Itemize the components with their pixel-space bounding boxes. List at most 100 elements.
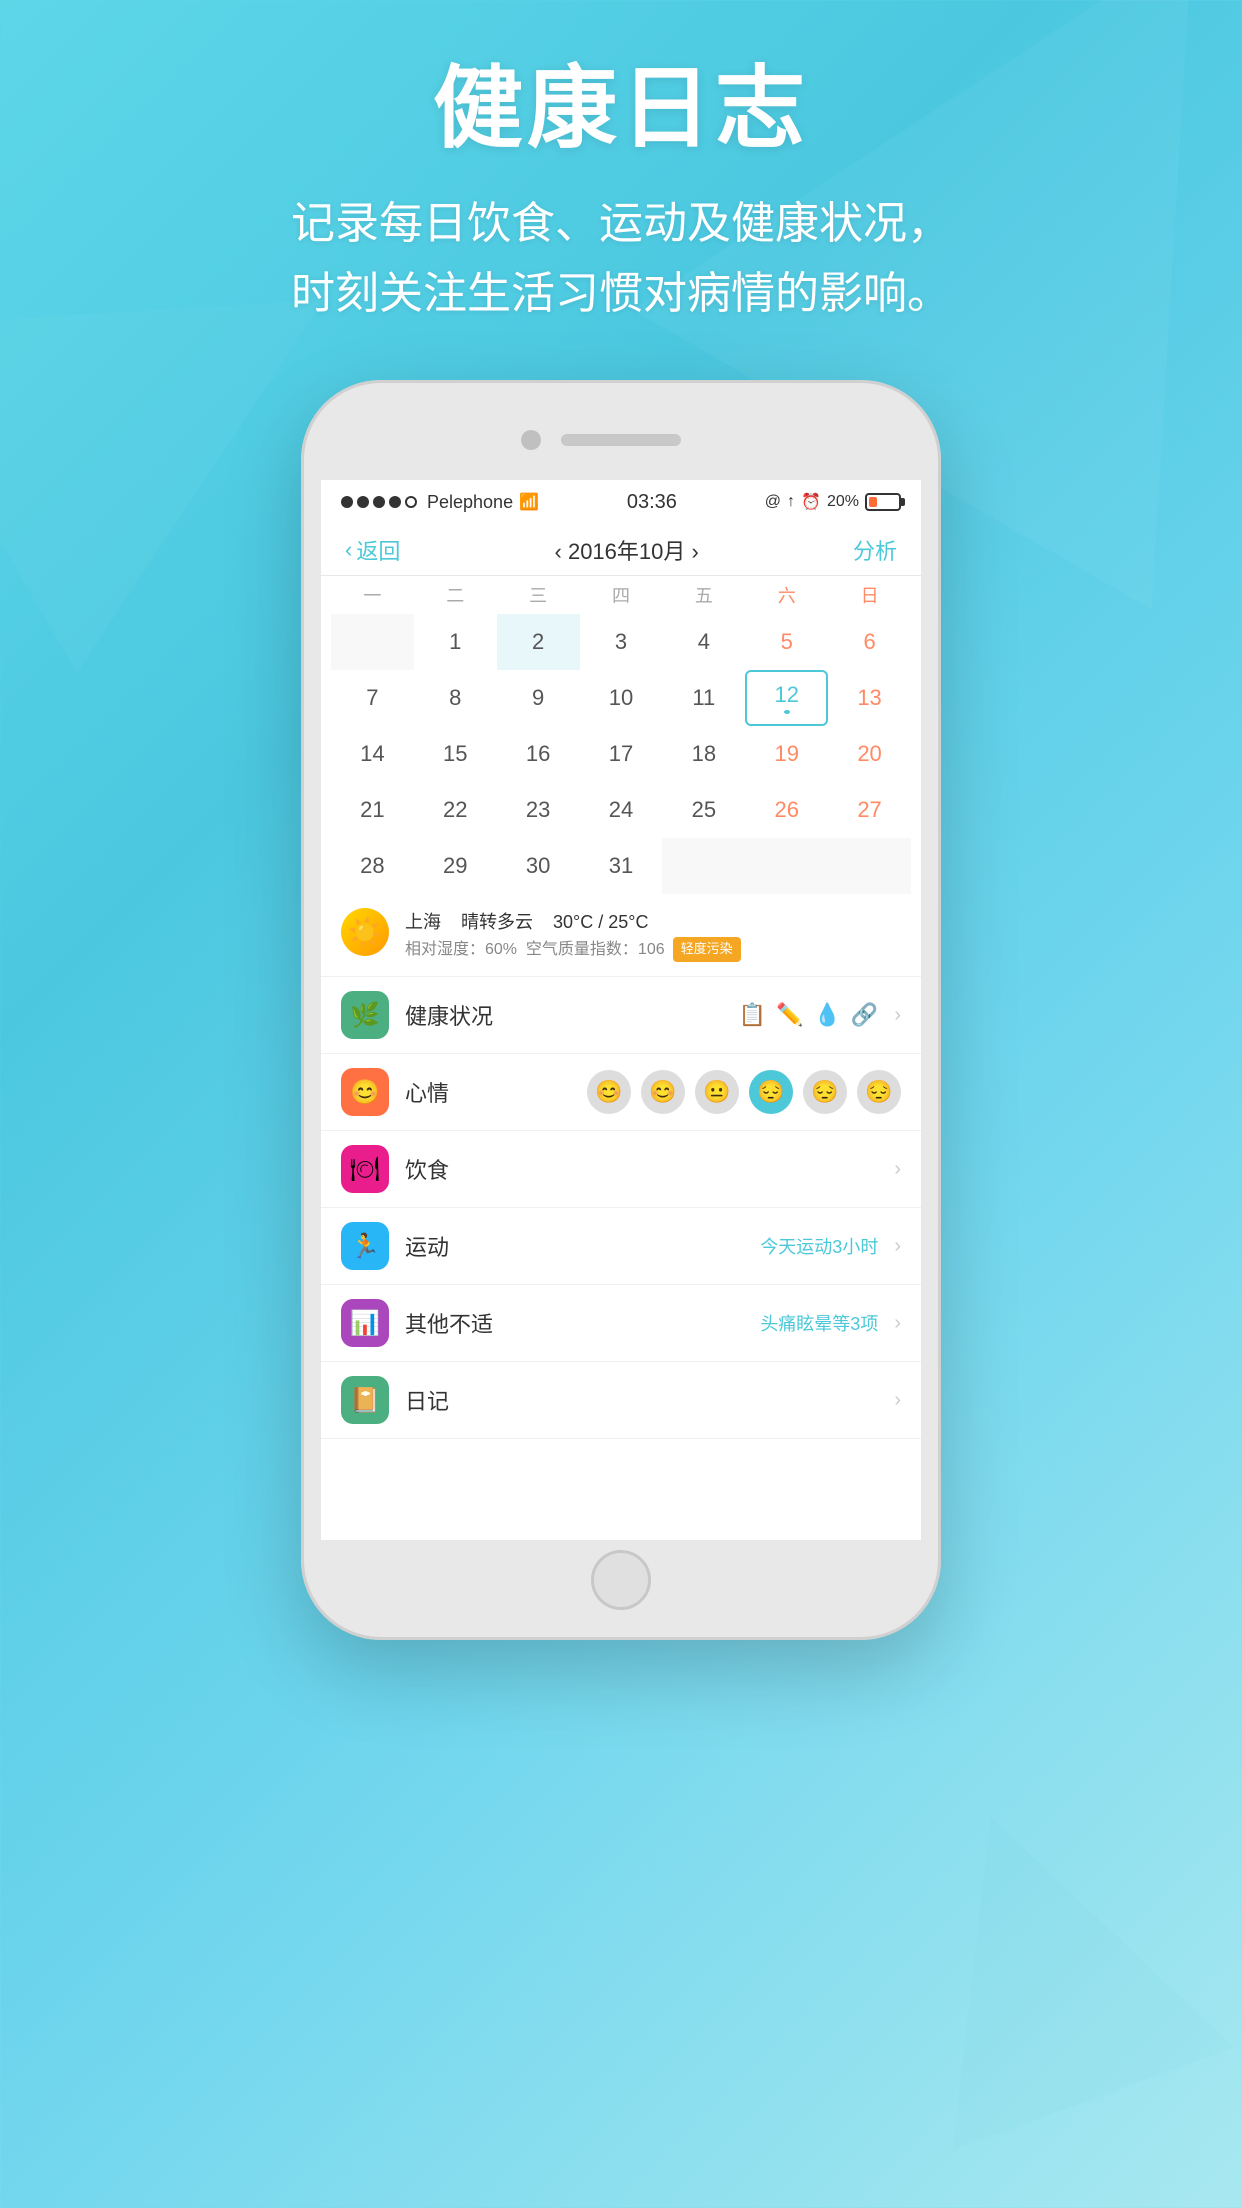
- cal-day-empty-5a: [662, 838, 745, 894]
- weekday-fri: 五: [662, 576, 745, 614]
- nav-bar: ‹ 返回 ‹ 2016年10月 › 分析: [321, 524, 921, 576]
- calendar-week-2: 7 8 9 10 11 12 13: [321, 670, 921, 726]
- calendar-week-4: 21 22 23 24 25 26 27: [321, 782, 921, 838]
- weather-main: 上海 晴转多云 30°C / 25°C: [405, 908, 741, 937]
- subtitle-line1: 记录每日饮食、运动及健康状况，: [291, 199, 951, 248]
- diet-icon: 🍽: [341, 1145, 389, 1193]
- mood-face-1[interactable]: 😊: [587, 1070, 631, 1114]
- pollution-badge: 轻度污染: [673, 937, 741, 962]
- status-left: Pelephone 📶: [341, 492, 539, 513]
- cal-day-31[interactable]: 31: [580, 838, 663, 894]
- cal-day-20[interactable]: 20: [828, 726, 911, 782]
- health-icon: 🌿: [341, 991, 389, 1039]
- cal-day-3[interactable]: 3: [580, 614, 663, 670]
- wifi-icon: 📶: [519, 492, 539, 512]
- nav-title: ‹ 2016年10月 ›: [555, 534, 699, 566]
- status-bar: Pelephone 📶 03:36 @ ↑ ⏰ 20%: [321, 480, 921, 524]
- weather-icon: ☀️: [341, 908, 389, 956]
- location-icon: @: [765, 493, 781, 511]
- link-icon[interactable]: 🔗: [851, 1002, 878, 1028]
- cal-day-26[interactable]: 26: [745, 782, 828, 838]
- cal-day-19[interactable]: 19: [745, 726, 828, 782]
- cal-day-23[interactable]: 23: [497, 782, 580, 838]
- cal-day-11[interactable]: 11: [662, 670, 745, 726]
- cal-day-empty-5c: [828, 838, 911, 894]
- edit-icon[interactable]: ✏️: [776, 1002, 803, 1028]
- calendar-week-5: 28 29 30 31: [321, 838, 921, 894]
- cal-day-5[interactable]: 5: [745, 614, 828, 670]
- cal-day-15[interactable]: 15: [414, 726, 497, 782]
- cal-day-2[interactable]: 2: [497, 614, 580, 670]
- cal-day-6[interactable]: 6: [828, 614, 911, 670]
- cal-day-17[interactable]: 17: [580, 726, 663, 782]
- record-icon[interactable]: 📋: [739, 1002, 766, 1028]
- weekday-wed: 三: [497, 576, 580, 614]
- mood-face-4[interactable]: 😔: [749, 1070, 793, 1114]
- gps-icon: ↑: [787, 493, 795, 511]
- signal-dot-1: [341, 496, 353, 508]
- back-label: 返回: [356, 534, 400, 566]
- cal-day-18[interactable]: 18: [662, 726, 745, 782]
- mood-item[interactable]: 😊 心情 😊 😊 😐 😔 😔 😔: [321, 1054, 921, 1131]
- diary-chevron: ›: [894, 1389, 901, 1412]
- cal-day-13[interactable]: 13: [828, 670, 911, 726]
- cal-day-1[interactable]: 1: [414, 614, 497, 670]
- weather-temp: 30°C / 25°C: [553, 912, 648, 932]
- weekday-mon: 一: [331, 576, 414, 614]
- cal-day-25[interactable]: 25: [662, 782, 745, 838]
- mood-face-3[interactable]: 😐: [695, 1070, 739, 1114]
- cal-day-29[interactable]: 29: [414, 838, 497, 894]
- diary-icon: 📔: [341, 1376, 389, 1424]
- cal-day-8[interactable]: 8: [414, 670, 497, 726]
- weekday-header: 一 二 三 四 五 六 日: [321, 576, 921, 614]
- cal-day-27[interactable]: 27: [828, 782, 911, 838]
- mood-face-2[interactable]: 😊: [641, 1070, 685, 1114]
- home-button[interactable]: [591, 1550, 651, 1610]
- cal-day-16[interactable]: 16: [497, 726, 580, 782]
- calendar-week-3: 14 15 16 17 18 19 20: [321, 726, 921, 782]
- status-right: @ ↑ ⏰ 20%: [765, 492, 901, 512]
- health-item[interactable]: 🌿 健康状况 📋 ✏️ 💧 🔗 ›: [321, 977, 921, 1054]
- water-icon[interactable]: 💧: [814, 1002, 841, 1028]
- mood-label: 心情: [405, 1076, 571, 1108]
- battery-percent: 20%: [827, 493, 859, 511]
- weather-section: ☀️ 上海 晴转多云 30°C / 25°C 相对湿度：60% 空气质量指数：1…: [321, 894, 921, 977]
- cal-day-28[interactable]: 28: [331, 838, 414, 894]
- cal-day-30[interactable]: 30: [497, 838, 580, 894]
- battery-fill: [869, 497, 877, 507]
- back-button[interactable]: ‹ 返回: [345, 534, 400, 566]
- cal-day-24[interactable]: 24: [580, 782, 663, 838]
- weather-sub: 相对湿度：60% 空气质量指数：106 轻度污染: [405, 937, 741, 963]
- calendar-section: 一 二 三 四 五 六 日 1 2 3 4 5 6: [321, 576, 921, 894]
- diet-item[interactable]: 🍽 饮食 ›: [321, 1131, 921, 1208]
- weekday-sat: 六: [745, 576, 828, 614]
- signal-dot-2: [357, 496, 369, 508]
- cal-day-14[interactable]: 14: [331, 726, 414, 782]
- analyze-button[interactable]: 分析: [853, 534, 897, 566]
- exercise-item[interactable]: 🏃 运动 今天运动3小时 ›: [321, 1208, 921, 1285]
- battery-bar: [865, 493, 901, 511]
- diary-item[interactable]: 📔 日记 ›: [321, 1362, 921, 1439]
- cal-day-7[interactable]: 7: [331, 670, 414, 726]
- mood-face-6[interactable]: 😔: [857, 1070, 901, 1114]
- phone-mockup: Pelephone 📶 03:36 @ ↑ ⏰ 20%: [301, 380, 941, 1640]
- discomfort-item[interactable]: 📊 其他不适 头痛眩晕等3项 ›: [321, 1285, 921, 1362]
- cal-day-empty-1[interactable]: [331, 614, 414, 670]
- mood-face-5[interactable]: 😔: [803, 1070, 847, 1114]
- cal-day-12[interactable]: 12: [745, 670, 828, 726]
- health-chevron: ›: [894, 1004, 901, 1027]
- bg-shape-3: [850, 1766, 1235, 2151]
- weekday-sun: 日: [828, 576, 911, 614]
- health-label: 健康状况: [405, 999, 723, 1031]
- battery-tip: [901, 498, 905, 506]
- cal-day-22[interactable]: 22: [414, 782, 497, 838]
- cal-day-9[interactable]: 9: [497, 670, 580, 726]
- exercise-value: 今天运动3小时: [760, 1233, 878, 1259]
- phone-camera: [521, 430, 541, 450]
- cal-day-21[interactable]: 21: [331, 782, 414, 838]
- cal-day-10[interactable]: 10: [580, 670, 663, 726]
- cal-day-4[interactable]: 4: [662, 614, 745, 670]
- carrier-label: Pelephone: [427, 492, 513, 513]
- diet-chevron: ›: [894, 1158, 901, 1181]
- exercise-chevron: ›: [894, 1235, 901, 1258]
